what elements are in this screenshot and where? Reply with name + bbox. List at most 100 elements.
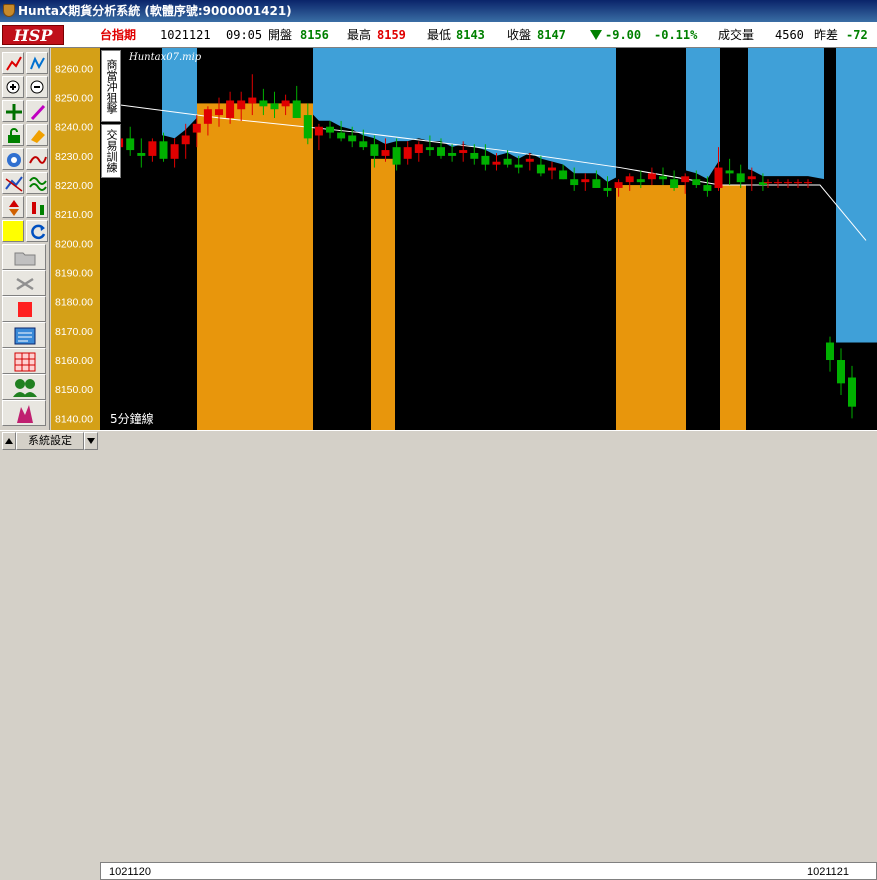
candle-body [270, 103, 279, 110]
candle-body [603, 187, 612, 191]
tool-palette [0, 48, 50, 430]
price-tick-label: 8240.00 [55, 122, 93, 134]
candle-body [448, 152, 457, 156]
price-tick-label: 8250.00 [55, 93, 93, 105]
candle-body [647, 173, 656, 180]
price-tick-label: 8190.00 [55, 268, 93, 280]
price-tick-label: 8260.00 [55, 63, 93, 75]
high-label: 最高 [347, 28, 372, 42]
refresh-icon[interactable] [26, 220, 48, 242]
start-date: 1021120 [109, 866, 152, 878]
candle-body [237, 100, 246, 110]
open-label: 開盤 [268, 28, 293, 42]
end-date: 1021121 [807, 866, 850, 878]
chart-area[interactable] [100, 48, 877, 430]
candle-body [348, 135, 357, 142]
candle-body [837, 360, 845, 384]
market-name[interactable]: 台指期 [100, 28, 136, 42]
title-bar: HuntaX期貨分析系統 (軟體序號:9000001421) [0, 0, 877, 22]
wave-tool-icon[interactable] [26, 52, 48, 74]
candle-body [681, 176, 690, 183]
candle-body [592, 179, 601, 188]
candle-body [614, 182, 623, 188]
volume-block [616, 185, 686, 430]
scroll-down-icon[interactable] [84, 432, 98, 450]
volume-value: 4560 [775, 28, 804, 42]
quote-date: 1021121 [160, 28, 211, 42]
candle-body [248, 97, 257, 104]
trendline-tool-icon[interactable] [2, 52, 24, 74]
open-folder-icon[interactable] [2, 244, 46, 270]
price-tick-label: 8200.00 [55, 238, 93, 250]
candle-body [203, 109, 212, 124]
diff-label: 昨差 [814, 28, 839, 42]
candle-body [703, 185, 712, 191]
price-tick-label: 8150.00 [55, 384, 93, 396]
candle-body [625, 176, 634, 183]
candle-body [570, 179, 579, 186]
candle-body [126, 138, 135, 151]
eraser-icon[interactable] [26, 124, 48, 146]
volume-block [197, 103, 313, 430]
candle-body [514, 164, 523, 168]
candle-body [314, 126, 323, 136]
candle-body [226, 100, 235, 118]
candle-body [492, 161, 501, 165]
candle-body [303, 115, 312, 139]
burst-icon[interactable] [2, 400, 46, 426]
candle-body [381, 150, 390, 156]
candle-mode-icon[interactable] [26, 196, 48, 218]
candle-body [525, 158, 534, 162]
candle-body [784, 182, 792, 184]
candlestick-chart[interactable] [100, 48, 877, 430]
high-value: 8159 [377, 28, 406, 42]
daytrade-tab[interactable]: 商當沖狙擊 [101, 50, 121, 122]
volume-label: 成交量 [718, 28, 755, 42]
network-icon[interactable] [2, 148, 24, 170]
scroll-up-icon[interactable] [2, 432, 16, 450]
candle-body [774, 182, 782, 184]
zoom-out-icon[interactable] [26, 76, 48, 98]
change-value: -9.00 [590, 28, 641, 42]
candle-body [181, 135, 190, 145]
training-tab[interactable]: 交易訓練 [101, 124, 121, 178]
chart-period: 5分鐘線 [110, 412, 154, 426]
up-down-icon[interactable] [2, 196, 24, 218]
candle-body [459, 150, 468, 153]
low-value: 8143 [456, 28, 485, 42]
candle-body [481, 155, 490, 165]
crosshair-icon[interactable] [2, 100, 24, 122]
candle-body [714, 167, 723, 188]
candle-body [159, 141, 168, 159]
candle-body [292, 100, 301, 118]
zoom-in-icon[interactable] [2, 76, 24, 98]
price-tick-label: 8230.00 [55, 151, 93, 163]
settings-button[interactable]: 系統設定 [16, 432, 84, 450]
diff-value: -72 [846, 28, 868, 42]
price-tick-label: 8140.00 [55, 413, 93, 425]
pen-tool-icon[interactable] [26, 100, 48, 122]
candle-body [281, 100, 290, 107]
candle-body [470, 152, 479, 159]
candle-body [359, 141, 368, 148]
people-icon[interactable] [2, 374, 46, 400]
price-tick-label: 8210.00 [55, 209, 93, 221]
chart-file-name: Huntax07.mip [129, 52, 202, 63]
wave-indicator-icon[interactable] [26, 172, 48, 194]
window-list-icon[interactable] [2, 322, 46, 348]
indicator-icon[interactable] [2, 172, 24, 194]
hsp-logo[interactable]: HSP [2, 25, 64, 45]
curve-tool-icon[interactable] [26, 148, 48, 170]
candle-body [848, 377, 856, 407]
stop-icon[interactable] [2, 296, 46, 322]
close-value: 8147 [537, 28, 566, 42]
grid-chart-icon[interactable] [2, 348, 46, 374]
candle-body [403, 147, 412, 159]
color-swatch-icon[interactable] [2, 220, 24, 242]
candle-body [392, 147, 401, 165]
candle-body [192, 123, 201, 133]
scissors-icon[interactable] [2, 270, 46, 296]
lock-icon[interactable] [2, 124, 24, 146]
candle-body [548, 167, 556, 171]
candle-body [337, 132, 346, 139]
